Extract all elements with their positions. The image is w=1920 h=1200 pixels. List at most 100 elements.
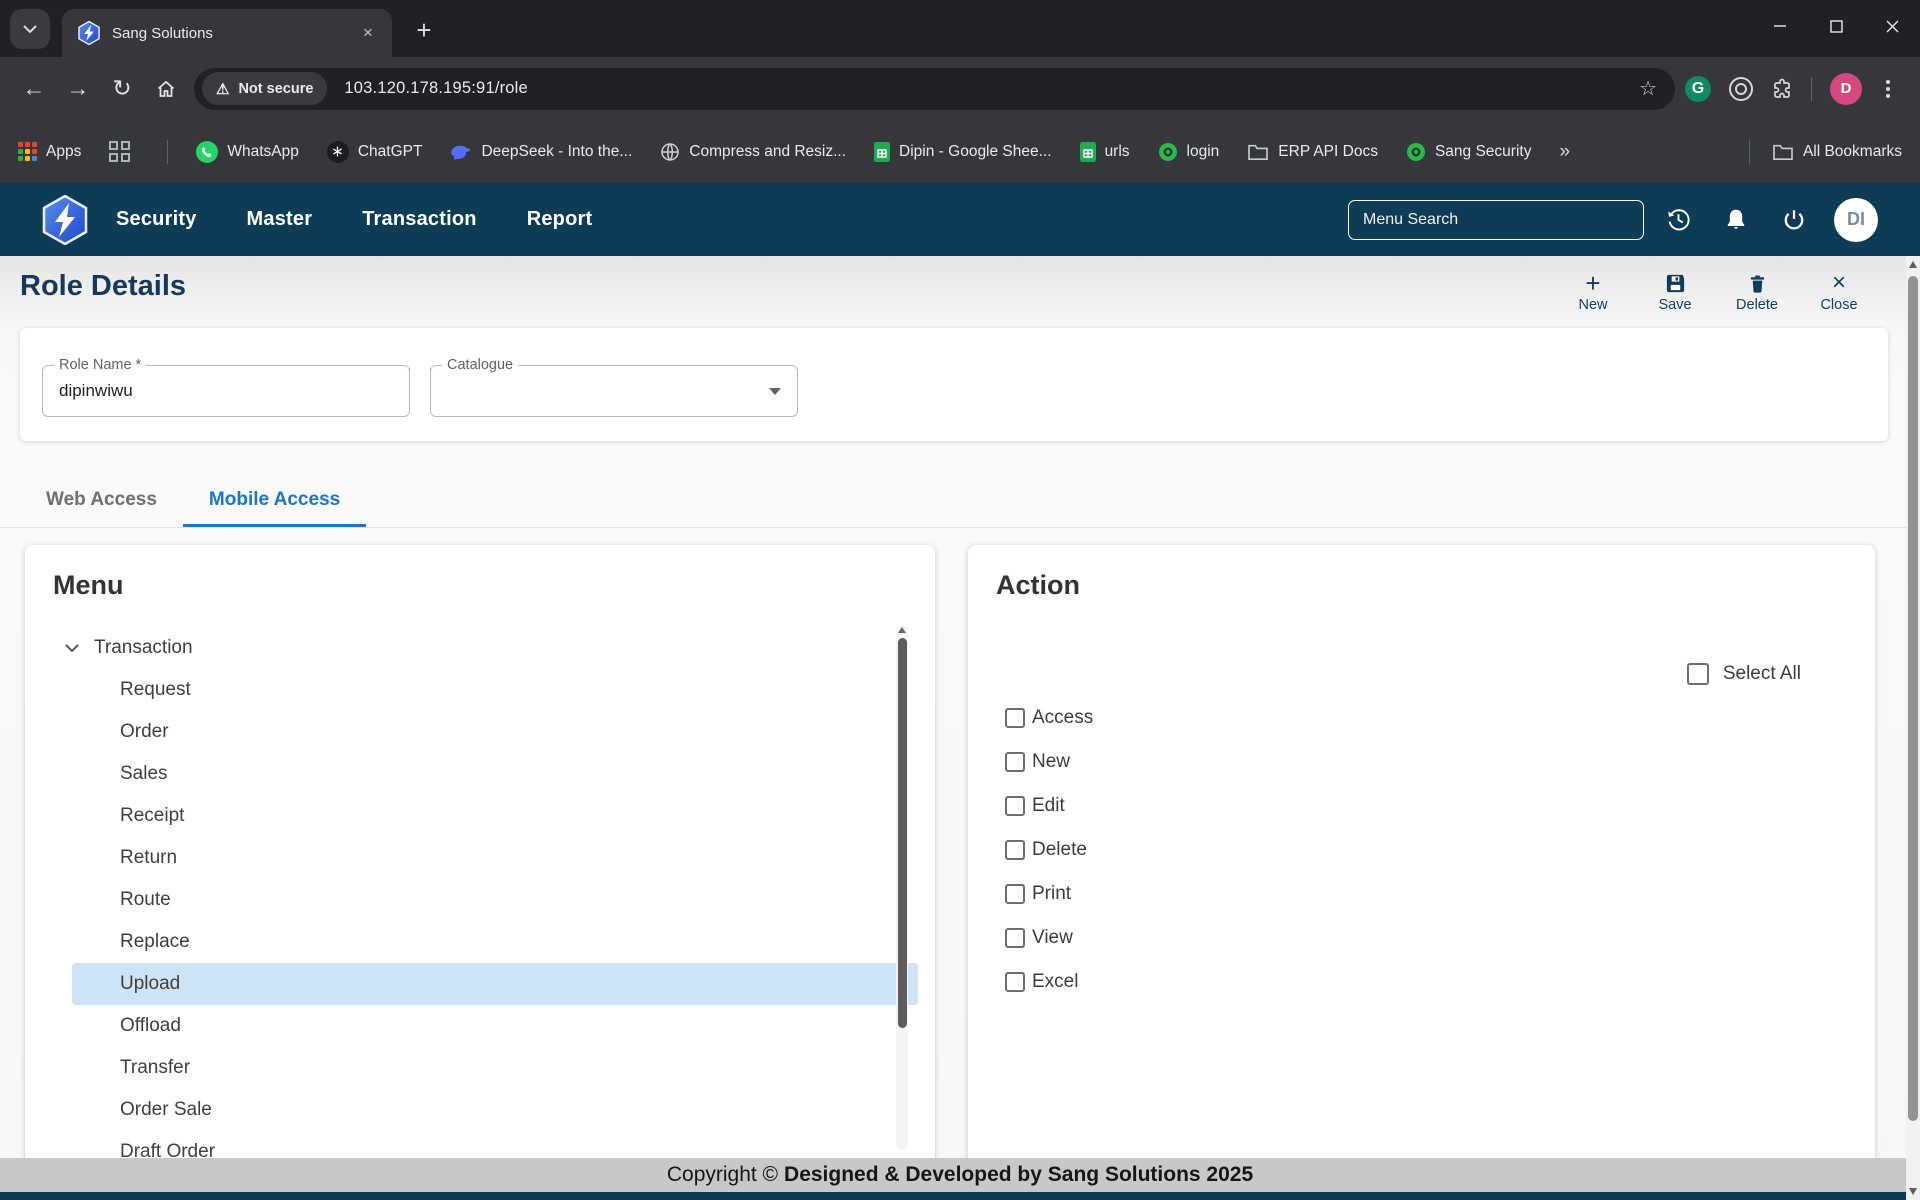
bookmark-deepseek[interactable]: DeepSeek - Into the... [450, 143, 632, 161]
scrollbar-thumb[interactable] [898, 638, 907, 1028]
role-name-label: Role Name * [54, 357, 146, 373]
address-bar[interactable]: ⚠ Not secure 103.120.178.195:91/role ☆ [194, 68, 1675, 110]
scroll-up-arrow-icon[interactable] [898, 627, 906, 633]
close-icon: × [1832, 270, 1846, 296]
bookmark-label: Sang Security [1435, 143, 1532, 161]
app-logo[interactable] [42, 195, 88, 245]
login-site-icon [1158, 142, 1178, 162]
scroll-up-arrow-icon[interactable] [1909, 261, 1917, 268]
select-all-label: Select All [1723, 663, 1801, 685]
logout-button[interactable] [1770, 196, 1818, 244]
close-window-button[interactable] [1864, 0, 1920, 52]
menu-search-input[interactable] [1348, 200, 1644, 240]
bookmark-compress[interactable]: Compress and Resiz... [660, 142, 846, 162]
minimize-button[interactable] [1752, 0, 1808, 52]
plus-icon: + [1585, 270, 1600, 296]
divider [1811, 77, 1812, 101]
close-icon [1886, 20, 1899, 33]
menu-item-replace[interactable]: Replace [25, 921, 935, 963]
history-button[interactable] [1654, 196, 1702, 244]
menu-item-upload-selected[interactable]: Upload [72, 963, 918, 1005]
action-row-delete: Delete [1005, 828, 1875, 872]
view-checkbox[interactable] [1005, 928, 1025, 948]
browser-tab[interactable]: Sang Solutions × [62, 9, 392, 57]
select-all-row: Select All [968, 663, 1801, 685]
new-tab-button[interactable]: + [406, 12, 442, 48]
back-button[interactable]: ← [12, 67, 56, 111]
browser-window: Sang Solutions × + ← → ↻ ⚠ Not secure [0, 0, 1920, 1200]
bookmark-login[interactable]: login [1158, 142, 1220, 162]
all-bookmarks-button[interactable]: All Bookmarks [1772, 143, 1902, 161]
notifications-button[interactable] [1712, 196, 1760, 244]
role-name-field[interactable]: Role Name * [42, 365, 410, 417]
delete-button[interactable]: Delete [1728, 270, 1786, 313]
tab-mobile-access[interactable]: Mobile Access [183, 474, 366, 527]
print-checkbox[interactable] [1005, 884, 1025, 904]
tab-strip: Sang Solutions × + [0, 0, 1920, 57]
catalogue-field[interactable]: Catalogue [430, 365, 798, 417]
scroll-down-arrow-icon[interactable] [1909, 1188, 1917, 1195]
bookmark-erp-api-docs[interactable]: ERP API Docs [1247, 143, 1378, 161]
chevron-down-icon [23, 25, 37, 34]
bookmark-dipin-sheet[interactable]: Dipin - Google Shee... [874, 142, 1052, 162]
nav-master[interactable]: Master [247, 208, 313, 231]
bookmarks-overflow-icon[interactable]: » [1559, 141, 1570, 163]
close-button[interactable]: × Close [1810, 270, 1868, 313]
dropdown-arrow-icon[interactable] [769, 388, 781, 395]
tab-web-access[interactable]: Web Access [20, 474, 183, 527]
menu-item-return[interactable]: Return [25, 837, 935, 879]
role-name-input[interactable] [59, 381, 393, 401]
menu-item-transaction[interactable]: Transaction [25, 627, 935, 669]
page-scrollbar[interactable] [1906, 256, 1920, 1200]
security-chip[interactable]: ⚠ Not secure [202, 72, 327, 105]
scrollbar-thumb[interactable] [1908, 276, 1918, 1121]
access-tabs: Web Access Mobile Access [0, 474, 1920, 528]
save-button[interactable]: Save [1646, 270, 1704, 313]
access-checkbox[interactable] [1005, 708, 1025, 728]
new-button[interactable]: + New [1564, 270, 1622, 313]
action-row-edit: Edit [1005, 784, 1875, 828]
excel-checkbox[interactable] [1005, 972, 1025, 992]
page-title: Role Details [20, 270, 186, 303]
browser-profile-avatar[interactable]: D [1830, 73, 1862, 105]
reload-button[interactable]: ↻ [100, 67, 144, 111]
power-icon [1781, 207, 1807, 233]
edit-checkbox[interactable] [1005, 796, 1025, 816]
bookmark-urls[interactable]: urls [1080, 142, 1130, 162]
maximize-button[interactable] [1808, 0, 1864, 52]
copyright-footer: Copyright © Designed & Developed by Sang… [0, 1158, 1920, 1192]
extensions-puzzle-icon[interactable] [1771, 78, 1793, 100]
bookmark-chatgpt[interactable]: ChatGPT [327, 141, 423, 163]
bookmark-sang-security[interactable]: Sang Security [1406, 142, 1532, 162]
url-text[interactable]: 103.120.178.195:91/role [344, 79, 528, 98]
new-checkbox[interactable] [1005, 752, 1025, 772]
bookmark-apps[interactable]: Apps [18, 142, 81, 161]
home-button[interactable] [144, 67, 188, 111]
tab-search-button[interactable] [10, 9, 50, 49]
grammarly-extension-icon[interactable]: G [1685, 76, 1711, 102]
divider [167, 140, 168, 164]
menu-scrollbar[interactable] [896, 625, 908, 1150]
nav-transaction[interactable]: Transaction [362, 208, 476, 231]
browser-menu-icon[interactable] [1880, 80, 1896, 98]
select-all-checkbox[interactable] [1687, 663, 1709, 685]
user-avatar[interactable]: DI [1834, 198, 1878, 242]
menu-item-receipt[interactable]: Receipt [25, 795, 935, 837]
menu-item-transfer[interactable]: Transfer [25, 1047, 935, 1089]
delete-checkbox[interactable] [1005, 840, 1025, 860]
menu-item-sales[interactable]: Sales [25, 753, 935, 795]
bookmark-squares[interactable] [109, 141, 139, 162]
target-extension-icon[interactable] [1729, 77, 1753, 101]
nav-report[interactable]: Report [527, 208, 593, 231]
menu-item-route[interactable]: Route [25, 879, 935, 921]
menu-item-order-sale[interactable]: Order Sale [25, 1089, 935, 1131]
bookmark-whatsapp[interactable]: WhatsApp [196, 141, 299, 163]
menu-item-order[interactable]: Order [25, 711, 935, 753]
bookmark-star-icon[interactable]: ☆ [1631, 76, 1665, 101]
menu-item-offload[interactable]: Offload [25, 1005, 935, 1047]
new-button-label: New [1578, 297, 1607, 313]
forward-button[interactable]: → [56, 67, 100, 111]
nav-security[interactable]: Security [116, 208, 197, 231]
tab-close-icon[interactable]: × [356, 21, 380, 45]
menu-item-request[interactable]: Request [25, 669, 935, 711]
